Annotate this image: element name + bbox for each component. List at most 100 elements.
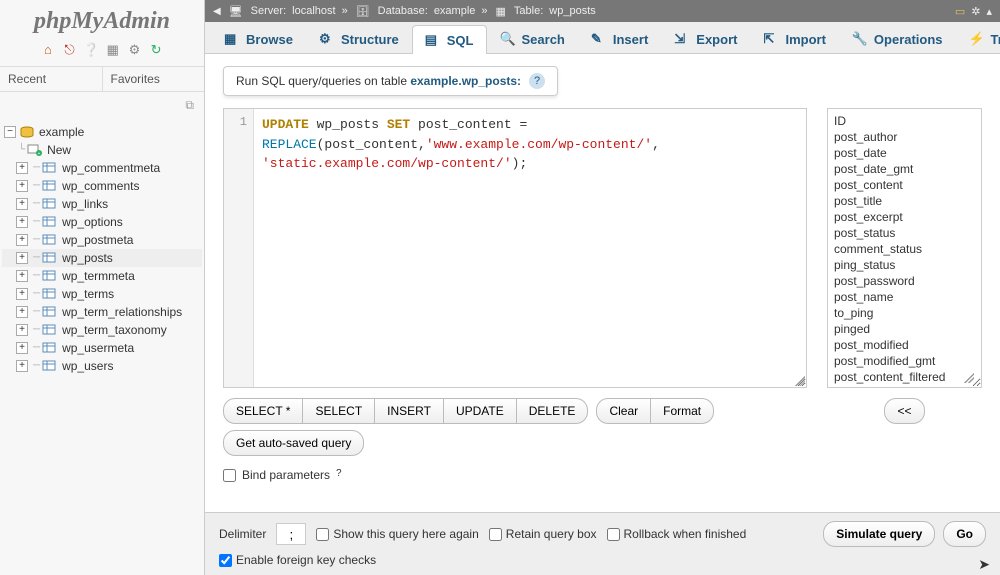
- insert-button[interactable]: INSERT: [375, 398, 444, 424]
- tree-table-wp_usermeta[interactable]: +─wp_usermeta: [2, 339, 202, 357]
- sql-icon: ▤: [425, 32, 441, 48]
- tab-favorites[interactable]: Favorites: [102, 67, 205, 91]
- expand-icon[interactable]: +: [16, 252, 28, 264]
- update-button[interactable]: UPDATE: [444, 398, 517, 424]
- expand-icon[interactable]: +: [16, 216, 28, 228]
- expand-icon[interactable]: +: [16, 288, 28, 300]
- tree-table-wp_postmeta[interactable]: +─wp_postmeta: [2, 231, 202, 249]
- column-item[interactable]: ID: [834, 113, 975, 129]
- retain-checkbox[interactable]: [489, 528, 502, 541]
- tree-db[interactable]: − example: [2, 123, 202, 141]
- column-item[interactable]: post_status: [834, 225, 975, 241]
- settings-icon[interactable]: ✲: [971, 5, 980, 18]
- auto-saved-button[interactable]: Get auto-saved query: [223, 430, 364, 456]
- tree-table-label: wp_options: [62, 215, 123, 229]
- tree-new[interactable]: └ + New: [2, 141, 202, 159]
- tab-export[interactable]: ⇲Export: [661, 24, 750, 53]
- collapse-icon[interactable]: −: [4, 126, 16, 138]
- go-button[interactable]: Go: [943, 521, 986, 547]
- tab-recent[interactable]: Recent: [0, 67, 102, 91]
- window-icon[interactable]: ▭: [955, 5, 965, 18]
- format-button[interactable]: Format: [651, 398, 714, 424]
- tab-triggers[interactable]: ⚡Triggers: [956, 24, 1000, 53]
- column-item[interactable]: post_content: [834, 177, 975, 193]
- delete-button[interactable]: DELETE: [517, 398, 589, 424]
- column-item[interactable]: post_date: [834, 145, 975, 161]
- clear-button[interactable]: Clear: [596, 398, 651, 424]
- sql-editor[interactable]: 1 UPDATE wp_posts SET post_content = REP…: [223, 108, 807, 388]
- resize-handle-icon[interactable]: [964, 373, 974, 383]
- cursor-icon: ➤: [978, 556, 990, 573]
- tree-table-wp_termmeta[interactable]: +─wp_termmeta: [2, 267, 202, 285]
- run-target[interactable]: example.wp_posts:: [410, 74, 521, 88]
- tree-table-wp_terms[interactable]: +─wp_terms: [2, 285, 202, 303]
- simulate-button[interactable]: Simulate query: [823, 521, 935, 547]
- tree-table-wp_term_taxonomy[interactable]: +─wp_term_taxonomy: [2, 321, 202, 339]
- column-item[interactable]: post_password: [834, 273, 975, 289]
- rollback-checkbox[interactable]: [607, 528, 620, 541]
- tab-insert[interactable]: ✎Insert: [578, 24, 661, 53]
- column-item[interactable]: post_modified_gmt: [834, 353, 975, 369]
- expand-icon[interactable]: +: [16, 324, 28, 336]
- select-star-button[interactable]: SELECT *: [223, 398, 303, 424]
- expand-icon[interactable]: +: [16, 198, 28, 210]
- tree-table-wp_users[interactable]: +─wp_users: [2, 357, 202, 375]
- fk-checkbox[interactable]: [219, 554, 232, 567]
- column-item[interactable]: post_date_gmt: [834, 161, 975, 177]
- nav-left-icon[interactable]: ◀: [213, 6, 221, 17]
- column-item[interactable]: post_excerpt: [834, 209, 975, 225]
- column-item[interactable]: comment_status: [834, 241, 975, 257]
- help-icon[interactable]: ?: [336, 468, 350, 482]
- tree-link-icon[interactable]: ⧉: [0, 92, 204, 119]
- expand-icon[interactable]: +: [16, 180, 28, 192]
- column-item[interactable]: pinged: [834, 321, 975, 337]
- expand-icon[interactable]: +: [16, 234, 28, 246]
- panel-tabs: Recent Favorites: [0, 66, 204, 92]
- column-item[interactable]: post_modified: [834, 337, 975, 353]
- tab-sql[interactable]: ▤SQL: [412, 25, 487, 54]
- tree-table-wp_commentmeta[interactable]: +─wp_commentmeta: [2, 159, 202, 177]
- column-list[interactable]: IDpost_authorpost_datepost_date_gmtpost_…: [827, 108, 982, 388]
- tree-table-wp_links[interactable]: +─wp_links: [2, 195, 202, 213]
- help-icon[interactable]: ?: [529, 73, 545, 89]
- sql-code[interactable]: UPDATE wp_posts SET post_content = REPLA…: [254, 109, 668, 387]
- bc-db[interactable]: example: [434, 5, 476, 17]
- bind-params-checkbox[interactable]: [223, 469, 236, 482]
- nav-tree: − example └ + New +─wp_commentmeta+─wp_c…: [0, 119, 204, 379]
- tab-search[interactable]: 🔍Search: [487, 24, 578, 53]
- column-item[interactable]: to_ping: [834, 305, 975, 321]
- expand-icon[interactable]: +: [16, 270, 28, 282]
- bottom-bar: Delimiter Show this query here again Ret…: [205, 512, 1000, 575]
- tree-table-wp_posts[interactable]: +─wp_posts: [2, 249, 202, 267]
- reload-icon[interactable]: ↻: [148, 42, 164, 58]
- expand-icon[interactable]: +: [16, 162, 28, 174]
- column-item[interactable]: post_name: [834, 289, 975, 305]
- nav-up-icon[interactable]: ▴: [986, 5, 992, 18]
- expand-icon[interactable]: +: [16, 306, 28, 318]
- column-item[interactable]: ping_status: [834, 257, 975, 273]
- help-icon[interactable]: ❔: [83, 42, 99, 58]
- gear-icon[interactable]: ⚙: [126, 42, 142, 58]
- select-button[interactable]: SELECT: [303, 398, 375, 424]
- column-item[interactable]: post_content_filtered: [834, 369, 975, 385]
- tab-browse[interactable]: ▦Browse: [211, 24, 306, 53]
- tab-structure[interactable]: ⚙Structure: [306, 24, 412, 53]
- expand-icon[interactable]: +: [16, 360, 28, 372]
- exit-icon[interactable]: ⎋: [62, 42, 78, 58]
- home-icon[interactable]: ⌂: [40, 42, 56, 58]
- bc-server[interactable]: localhost: [292, 5, 335, 17]
- expand-icon[interactable]: +: [16, 342, 28, 354]
- tree-table-wp_options[interactable]: +─wp_options: [2, 213, 202, 231]
- resize-handle-icon[interactable]: [795, 376, 805, 386]
- tree-table-wp_term_relationships[interactable]: +─wp_term_relationships: [2, 303, 202, 321]
- column-item[interactable]: post_author: [834, 129, 975, 145]
- bc-table[interactable]: wp_posts: [549, 5, 595, 17]
- tree-table-wp_comments[interactable]: +─wp_comments: [2, 177, 202, 195]
- columns-back-button[interactable]: <<: [884, 398, 924, 424]
- tab-operations[interactable]: 🔧Operations: [839, 24, 956, 53]
- tab-import[interactable]: ⇱Import: [750, 24, 838, 53]
- sql-icon[interactable]: ▦: [105, 42, 121, 58]
- column-item[interactable]: post_title: [834, 193, 975, 209]
- show-again-checkbox[interactable]: [316, 528, 329, 541]
- delimiter-input[interactable]: [276, 523, 306, 545]
